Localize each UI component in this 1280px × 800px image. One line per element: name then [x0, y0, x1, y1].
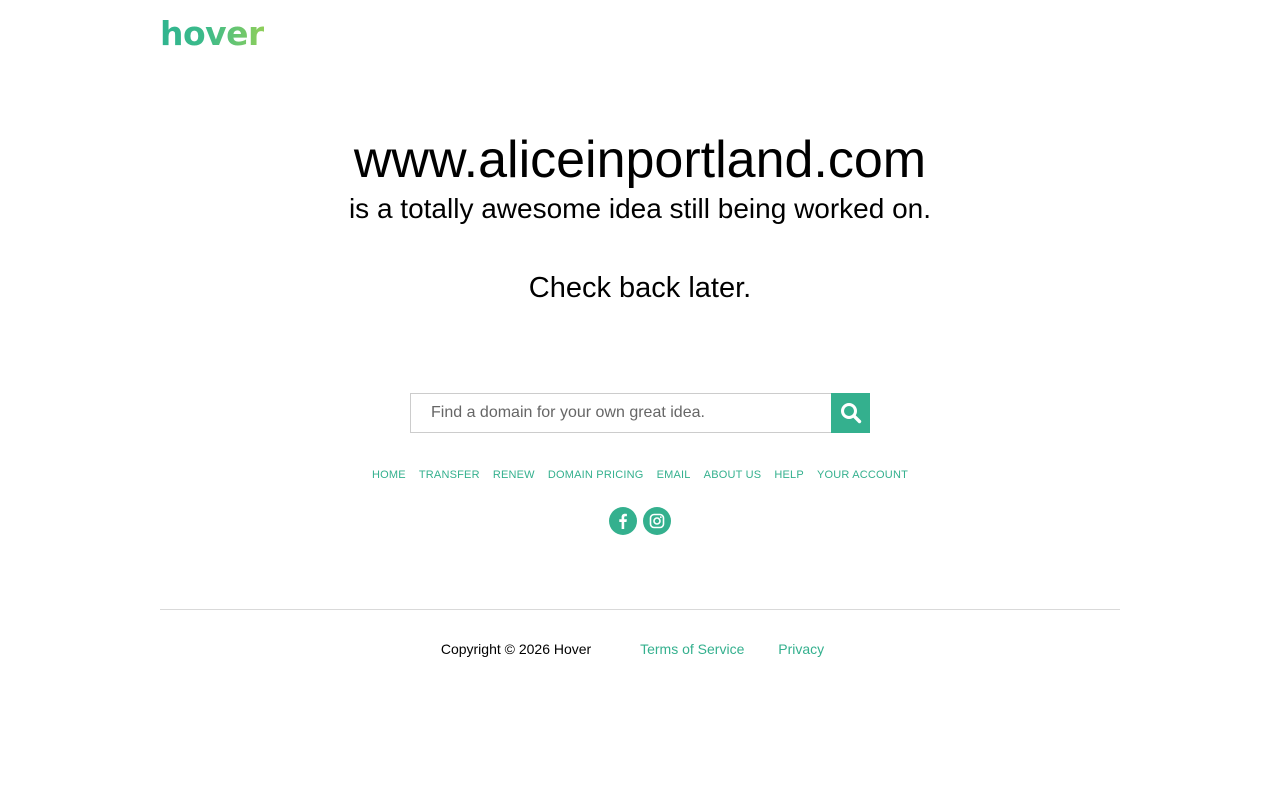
domain-search-input[interactable] — [410, 393, 831, 433]
facebook-link[interactable] — [609, 507, 637, 535]
facebook-icon — [616, 513, 630, 529]
domain-title: www.aliceinportland.com — [353, 131, 927, 189]
social-links — [0, 507, 1280, 535]
tagline: is a totally awesome idea still being wo… — [348, 193, 932, 224]
copyright-text: Copyright © 2026 Hover — [440, 641, 592, 657]
nav-renew[interactable]: RENEW — [493, 469, 535, 481]
domain-search-form — [410, 393, 870, 433]
page: hover www.aliceinportland.com is a total… — [0, 0, 1280, 800]
nav-email[interactable]: EMAIL — [657, 469, 691, 481]
instagram-link[interactable] — [643, 507, 671, 535]
privacy-link[interactable]: Privacy — [778, 641, 824, 657]
footer: Copyright © 2026 Hover Terms of Service … — [0, 641, 1280, 657]
instagram-icon — [649, 513, 665, 529]
nav-transfer[interactable]: TRANSFER — [419, 469, 480, 481]
nav-help[interactable]: HELP — [774, 469, 804, 481]
footer-divider — [160, 609, 1120, 610]
hero: www.aliceinportland.com is a totally awe… — [0, 128, 1280, 306]
check-back-message: Check back later. — [528, 272, 752, 304]
terms-of-service-link[interactable]: Terms of Service — [640, 641, 744, 657]
nav-your-account[interactable]: YOUR ACCOUNT — [817, 469, 908, 481]
search-icon — [840, 402, 862, 424]
nav-home[interactable]: HOME — [372, 469, 406, 481]
search-button[interactable] — [831, 393, 870, 433]
nav-domain-pricing[interactable]: DOMAIN PRICING — [548, 469, 644, 481]
nav-about-us[interactable]: ABOUT US — [704, 469, 762, 481]
hover-logo[interactable]: hover — [160, 14, 264, 54]
footer-nav: HOME TRANSFER RENEW DOMAIN PRICING EMAIL… — [0, 467, 1280, 483]
